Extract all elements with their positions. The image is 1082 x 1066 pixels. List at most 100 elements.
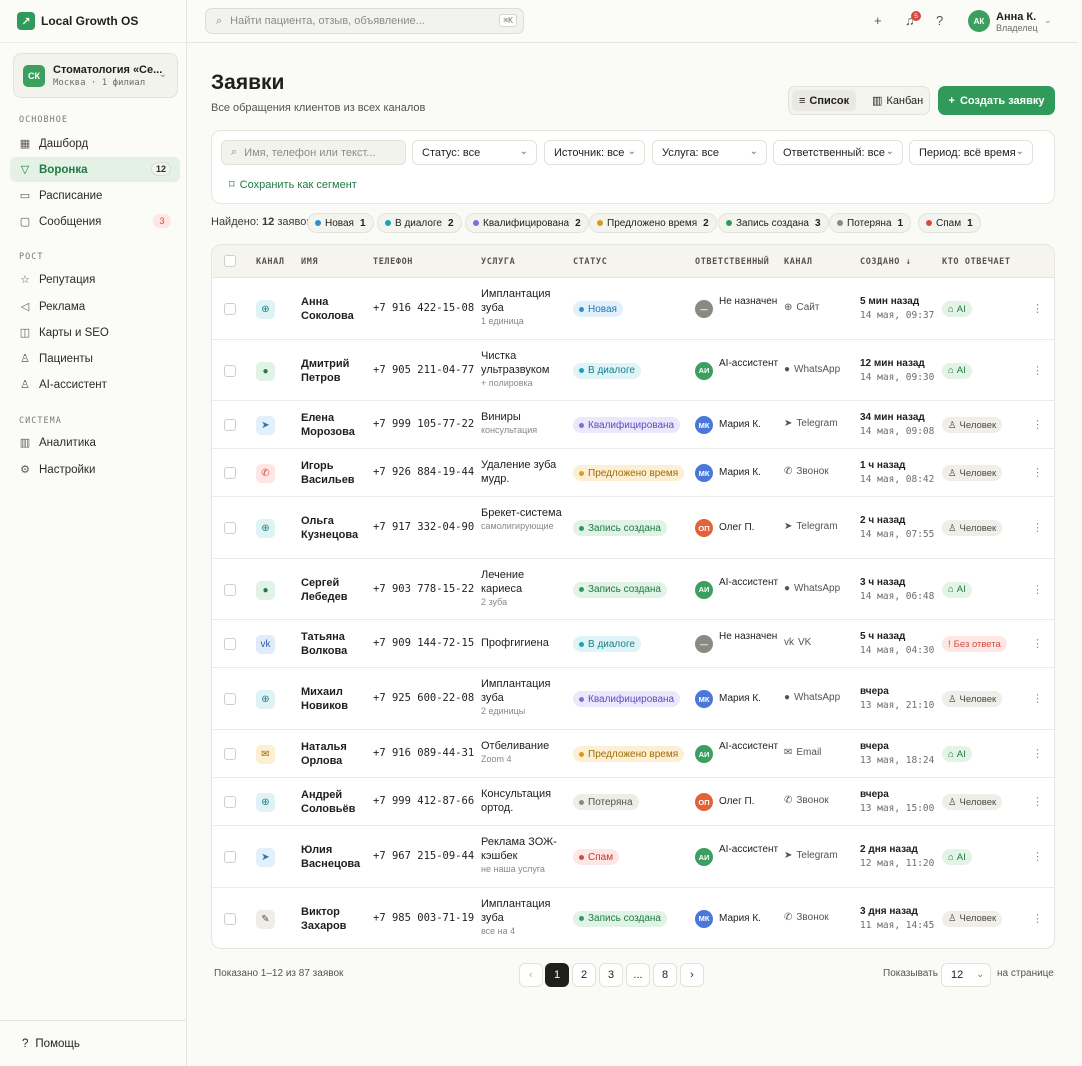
row-checkbox[interactable]: [224, 693, 236, 705]
row-menu-icon[interactable]: ⋮: [1032, 850, 1043, 863]
user-avatar[interactable]: АК: [968, 10, 990, 32]
lead-name[interactable]: Анна Соколова: [301, 295, 363, 323]
status-chip[interactable]: В диалоге 2: [377, 213, 462, 233]
sidebar-item-reputation[interactable]: ☆ Репутация: [10, 267, 180, 292]
status-badge[interactable]: Предложено время: [573, 746, 685, 762]
filter-source-select[interactable]: Источник: все ⌄: [544, 140, 645, 165]
row-menu-icon[interactable]: ⋮: [1032, 912, 1043, 925]
owner-name[interactable]: Олег П.: [719, 521, 779, 535]
lead-name[interactable]: Андрей Соловьёв: [301, 788, 363, 816]
user-name[interactable]: Анна К.: [996, 11, 1036, 23]
owner-name[interactable]: Мария К.: [719, 912, 779, 926]
th-created[interactable]: СОЗДАНО ↓: [860, 257, 911, 267]
table-row[interactable]: ✆ Игорь Васильев +7 926 884-19-44 Удаление …: [212, 449, 1054, 497]
row-menu-icon[interactable]: ⋮: [1032, 637, 1043, 650]
prev-page-button[interactable]: ‹: [519, 963, 543, 987]
row-menu-icon[interactable]: ⋮: [1032, 795, 1043, 808]
table-row[interactable]: ⊕ Михаил Новиков +7 925 600-22-08 Имплантац…: [212, 668, 1054, 730]
per-page-select[interactable]: 12 ⌄: [941, 963, 991, 987]
sidebar-item-patients[interactable]: ♙ Пациенты: [10, 346, 180, 371]
row-checkbox[interactable]: [224, 303, 236, 315]
create-request-button[interactable]: + Создать заявку: [938, 86, 1055, 115]
lead-name[interactable]: Сергей Лебедев: [301, 576, 363, 604]
lead-name[interactable]: Наталья Орлова: [301, 740, 363, 768]
table-row[interactable]: ● Дмитрий Петров +7 905 211-04-77 Чистка ул…: [212, 340, 1054, 401]
lead-name[interactable]: Юлия Васнецова: [301, 843, 363, 871]
table-row[interactable]: ➤ Елена Морозова +7 999 105-77-22 Виниры кон…: [212, 401, 1054, 449]
sidebar-item-analytics[interactable]: ▥ Аналитика: [10, 430, 180, 455]
status-chip[interactable]: Предложено время 2: [589, 213, 717, 233]
help-link[interactable]: ? Помощь: [0, 1020, 186, 1066]
org-switcher[interactable]: СК Стоматология «Се... Москва · 1 филиал…: [13, 53, 178, 98]
lead-name[interactable]: Виктор Захаров: [301, 905, 363, 933]
page-button-2[interactable]: 2: [572, 963, 596, 987]
status-chip[interactable]: Запись создана 3: [718, 213, 829, 233]
status-badge[interactable]: Запись создана: [573, 581, 667, 598]
table-row[interactable]: ⊕ Андрей Соловьёв +7 999 412-87-66 Консульт…: [212, 778, 1054, 826]
row-checkbox[interactable]: [224, 364, 236, 377]
owner-name[interactable]: Не назначен: [719, 630, 779, 644]
owner-name[interactable]: AI-ассистент: [719, 740, 779, 754]
lead-name[interactable]: Михаил Новиков: [301, 685, 363, 713]
row-checkbox[interactable]: [224, 851, 236, 863]
status-chip[interactable]: Квалифицирована 2: [465, 213, 589, 233]
row-checkbox[interactable]: [224, 467, 236, 479]
status-chip[interactable]: Потеряна 1: [829, 213, 912, 233]
filter-owner-select[interactable]: Ответственный: все ⌄: [773, 140, 903, 165]
view-kanban-button[interactable]: ▥ Канбан: [865, 90, 930, 111]
help-circle-icon[interactable]: ?: [936, 13, 943, 28]
table-row[interactable]: ⊕ Анна Соколова +7 916 422-15-08 Имплантаци…: [212, 278, 1054, 340]
filter-status-select[interactable]: Статус: все ⌄: [412, 140, 537, 165]
status-chip[interactable]: Новая 1: [307, 213, 374, 233]
view-list-button[interactable]: ≡ Список: [792, 90, 857, 111]
lead-name[interactable]: Елена Морозова: [301, 411, 363, 439]
row-checkbox[interactable]: [224, 583, 236, 596]
th-name[interactable]: ИМЯ: [301, 257, 318, 267]
status-badge[interactable]: Спам: [573, 849, 620, 865]
global-search-input[interactable]: ⌕ Найти пациента, отзыв, объявление... ⌘…: [205, 8, 524, 34]
brand[interactable]: ↗ Local Growth OS: [0, 0, 186, 43]
owner-name[interactable]: AI-ассистент: [719, 576, 779, 590]
page-button-8[interactable]: 8: [653, 963, 677, 987]
status-badge[interactable]: Новая: [573, 301, 623, 317]
next-page-button[interactable]: ›: [680, 963, 704, 987]
owner-name[interactable]: AI-ассистент: [719, 357, 779, 371]
lead-name[interactable]: Дмитрий Петров: [301, 357, 363, 385]
row-menu-icon[interactable]: ⋮: [1032, 302, 1043, 315]
status-badge[interactable]: В диалоге: [573, 636, 641, 652]
filter-service-select[interactable]: Услуга: все ⌄: [652, 140, 767, 165]
row-menu-icon[interactable]: ⋮: [1032, 692, 1043, 705]
th-service[interactable]: УСЛУГА: [481, 257, 515, 267]
row-menu-icon[interactable]: ⋮: [1032, 747, 1043, 760]
sidebar-item-dashboard[interactable]: ▦ Дашборд: [10, 131, 180, 156]
th-owner[interactable]: ОТВЕТСТВЕННЫЙ: [695, 257, 769, 267]
owner-name[interactable]: Мария К.: [719, 418, 779, 432]
row-menu-icon[interactable]: ⋮: [1032, 521, 1043, 534]
table-row[interactable]: ✎ Виктор Захаров +7 985 003-71-19 Имплантац…: [212, 888, 1054, 948]
sidebar-item-messages[interactable]: ▢ Сообщения 3: [10, 209, 180, 234]
chevron-down-icon[interactable]: ⌄: [1044, 15, 1052, 26]
row-checkbox[interactable]: [224, 522, 236, 534]
sidebar-item-settings[interactable]: ⚙ Настройки: [10, 457, 180, 482]
save-segment-button[interactable]: ⌑ Сохранить как сегмент: [229, 178, 357, 192]
row-checkbox[interactable]: [224, 419, 236, 431]
row-menu-icon[interactable]: ⋮: [1032, 364, 1043, 377]
th-channel-icon[interactable]: КАНАЛ: [256, 257, 285, 267]
status-badge[interactable]: Потеряна: [573, 794, 639, 810]
filter-search-input[interactable]: ⌕ Имя, телефон или текст...: [221, 140, 406, 165]
row-menu-icon[interactable]: ⋮: [1032, 583, 1043, 596]
table-row[interactable]: ● Сергей Лебедев +7 903 778-15-22 Лечение к…: [212, 559, 1054, 620]
owner-name[interactable]: Мария К.: [719, 466, 779, 480]
status-badge[interactable]: Запись создана: [573, 910, 667, 927]
row-checkbox[interactable]: [224, 638, 236, 650]
th-who-answers[interactable]: КТО ОТВЕЧАЕТ: [942, 257, 1011, 267]
owner-name[interactable]: Не назначен: [719, 295, 779, 309]
lead-name[interactable]: Ольга Кузнецова: [301, 514, 363, 542]
status-badge[interactable]: В диалоге: [573, 362, 641, 379]
status-badge[interactable]: Предложено время: [573, 465, 685, 481]
status-chip[interactable]: Спам 1: [918, 213, 981, 233]
sidebar-item-maps-seo[interactable]: ◫ Карты и SEO: [10, 320, 180, 345]
th-phone[interactable]: ТЕЛЕФОН: [373, 257, 413, 267]
row-checkbox[interactable]: [224, 912, 236, 925]
sidebar-item-ai-assistant[interactable]: ♙ AI-ассистент: [10, 372, 180, 397]
